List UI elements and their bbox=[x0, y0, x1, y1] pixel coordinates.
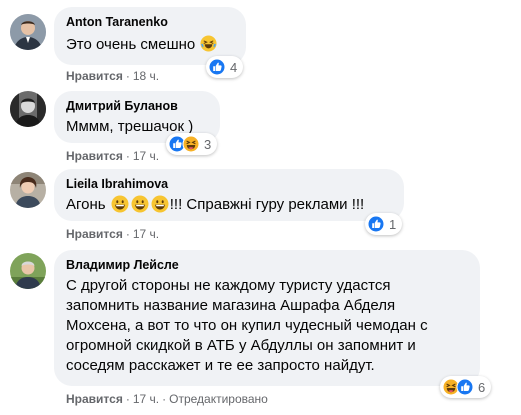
like-icon bbox=[367, 215, 385, 233]
reactions-summary[interactable]: 3 bbox=[166, 133, 218, 155]
reaction-count: 3 bbox=[204, 136, 212, 152]
comment-text-content: Это очень смешно bbox=[66, 36, 196, 53]
timestamp[interactable]: 17 ч. bbox=[133, 392, 159, 406]
comment-text: С другой стороны не каждому туристу удас… bbox=[66, 276, 468, 376]
reactions-summary[interactable]: 1 bbox=[365, 213, 403, 235]
avatar[interactable] bbox=[10, 14, 46, 50]
avatar[interactable] bbox=[10, 253, 46, 289]
separator: · bbox=[125, 392, 130, 406]
avatar[interactable] bbox=[10, 91, 46, 127]
comment-actions: Нравится · 18 ч. bbox=[66, 68, 159, 84]
haha-icon bbox=[182, 135, 200, 153]
grinning-emoji-icon bbox=[111, 195, 129, 213]
comment-text-start: Агонь bbox=[66, 196, 106, 213]
comment-text: Агонь !!! Справжні гуру реклами !!! bbox=[66, 195, 392, 215]
comment-actions: Нравится · 17 ч. · Отредактировано bbox=[66, 391, 268, 407]
edited-label[interactable]: Отредактировано bbox=[169, 392, 268, 406]
reactions-summary[interactable]: 6 bbox=[440, 376, 492, 398]
comment-author[interactable]: Lieila Ibrahimova bbox=[66, 176, 392, 192]
grinning-emoji-icon bbox=[131, 195, 149, 213]
comment-actions: Нравится · 17 ч. bbox=[66, 148, 159, 164]
like-button[interactable]: Нравится bbox=[66, 392, 123, 406]
timestamp[interactable]: 17 ч. bbox=[133, 149, 159, 163]
grinning-emoji-icon bbox=[151, 195, 169, 213]
comment-author[interactable]: Владимир Лейсле bbox=[66, 257, 468, 273]
comment-text-line: С другой стороны не каждому туристу удас… bbox=[66, 277, 391, 294]
like-button[interactable]: Нравится bbox=[66, 227, 123, 241]
comment-text-end: !!! Справжні гуру реклами !!! bbox=[169, 196, 365, 213]
comment-text-line: соседям расскажет и те ее запросто найду… bbox=[66, 357, 375, 374]
comment-text-line: Мохсена, а вот то что он купил чудесный … bbox=[66, 317, 428, 334]
like-icon bbox=[456, 378, 474, 396]
comment-author[interactable]: Anton Taranenko bbox=[66, 14, 234, 30]
timestamp[interactable]: 18 ч. bbox=[133, 69, 159, 83]
timestamp[interactable]: 17 ч. bbox=[133, 227, 159, 241]
comment-actions: Нравится · 17 ч. bbox=[66, 226, 159, 242]
comment-text-line: запомнить название магазина Ашрафа Абдел… bbox=[66, 297, 396, 314]
comment-text: Это очень смешно bbox=[66, 35, 234, 55]
separator: · bbox=[125, 69, 130, 83]
comment-author[interactable]: Дмитрий Буланов bbox=[66, 98, 208, 114]
laughing-crying-emoji-icon bbox=[200, 35, 217, 52]
reaction-count: 4 bbox=[230, 59, 238, 75]
separator: · bbox=[125, 149, 130, 163]
reactions-summary[interactable]: 4 bbox=[206, 56, 244, 78]
separator: · bbox=[162, 392, 167, 406]
comment-bubble: Владимир Лейсле С другой стороны не кажд… bbox=[54, 250, 480, 386]
reaction-count: 1 bbox=[389, 216, 397, 232]
separator: · bbox=[125, 227, 130, 241]
comment-text-line: огромной скидкой в АТБ у Абдуллы он запо… bbox=[66, 337, 416, 354]
like-icon bbox=[208, 58, 226, 76]
avatar[interactable] bbox=[10, 172, 46, 208]
reaction-count: 6 bbox=[478, 379, 486, 395]
like-button[interactable]: Нравится bbox=[66, 149, 123, 163]
like-button[interactable]: Нравится bbox=[66, 69, 123, 83]
comment-bubble: Lieila Ibrahimova Агонь !!! Справжні гур… bbox=[54, 169, 404, 221]
